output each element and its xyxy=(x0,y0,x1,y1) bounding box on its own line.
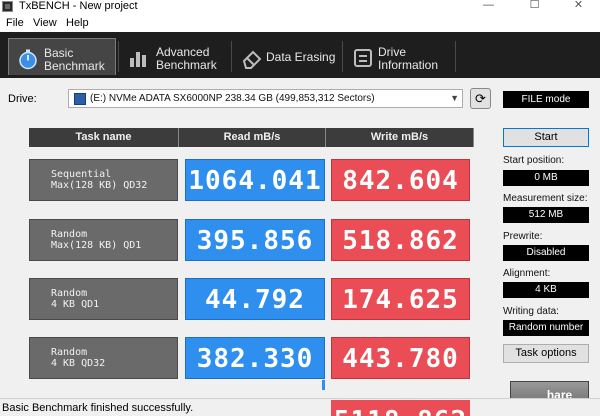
task-label-line1: Random xyxy=(51,288,88,299)
alignment-value[interactable]: 4 KB xyxy=(503,282,589,298)
write-result: 443.780 xyxy=(331,337,470,379)
task-label-line1: Sequential xyxy=(51,169,112,180)
writing-data-label: Writing data: xyxy=(503,306,559,317)
drive-select-value: (E:) NVMe ADATA SX6000NP 238.34 GB (499,… xyxy=(90,93,375,104)
start-position-label: Start position: xyxy=(503,155,565,166)
drive-icon xyxy=(74,93,86,105)
prewrite-value[interactable]: Disabled xyxy=(503,245,589,261)
task-sequential-qd32: Sequential Max(128 KB) QD32 xyxy=(29,159,178,201)
write-result-partial: 5118.862 xyxy=(331,400,470,416)
menu-help[interactable]: Help xyxy=(66,16,89,30)
refresh-button[interactable]: ⟳ xyxy=(470,88,491,109)
start-button[interactable]: Start xyxy=(503,128,589,147)
measurement-size-value[interactable]: 512 MB xyxy=(503,207,589,223)
read-result: 44.792 xyxy=(185,278,325,320)
task-label-line2: Max(128 KB) QD1 xyxy=(51,240,142,251)
alignment-label: Alignment: xyxy=(503,268,551,279)
drive-label: Drive: xyxy=(8,93,37,105)
read-result-partial xyxy=(322,380,325,390)
header-read: Read mB/s xyxy=(179,128,326,147)
writing-data-value[interactable]: Random number xyxy=(503,320,589,336)
start-position-value[interactable]: 0 MB xyxy=(503,170,589,186)
tab-advanced-benchmark[interactable]: Advanced Benchmark xyxy=(120,38,230,75)
bar-chart-icon xyxy=(130,52,146,67)
task-random-4k-qd1: Random 4 KB QD1 xyxy=(29,278,178,320)
task-label-line2: 4 KB QD1 xyxy=(51,299,100,310)
maximize-button[interactable]: ☐ xyxy=(512,0,557,14)
header-task-name: Task name xyxy=(29,128,179,147)
task-random-128k-qd1: Random Max(128 KB) QD1 xyxy=(29,219,178,261)
file-mode-badge: FILE mode xyxy=(503,91,589,108)
task-label-line2: 4 KB QD32 xyxy=(51,358,106,369)
status-text: Basic Benchmark finished successfully. xyxy=(2,402,194,414)
tab-basic-benchmark[interactable]: Basic Benchmark xyxy=(8,38,116,75)
app-icon xyxy=(2,1,13,12)
drive-info-icon xyxy=(354,49,372,67)
task-label-line1: Random xyxy=(51,347,88,358)
header-write: Write mB/s xyxy=(326,128,474,147)
menu-view[interactable]: View xyxy=(33,16,57,30)
tab-separator xyxy=(231,41,232,72)
menu-bar: File View Help xyxy=(0,14,600,32)
tab-bar: Basic Benchmark Advanced Benchmark Data … xyxy=(0,32,600,78)
task-random-4k-qd32: Random 4 KB QD32 xyxy=(29,337,178,379)
tab-separator xyxy=(118,41,119,72)
title-bar: TxBENCH - New project — ☐ ✕ xyxy=(0,0,600,14)
refresh-icon: ⟳ xyxy=(475,91,486,106)
task-options-button[interactable]: Task options xyxy=(503,344,589,363)
tab-advanced-line2: Benchmark xyxy=(156,58,217,72)
window-title: TxBENCH - New project xyxy=(19,0,138,12)
tab-separator xyxy=(455,41,456,72)
minimize-button[interactable]: — xyxy=(466,0,511,14)
close-button[interactable]: ✕ xyxy=(556,0,600,14)
tab-drive-line2: Information xyxy=(378,58,439,72)
read-result: 1064.041 xyxy=(185,159,325,201)
write-result: 174.625 xyxy=(331,278,470,320)
prewrite-label: Prewrite: xyxy=(503,231,543,242)
menu-file[interactable]: File xyxy=(6,16,24,30)
tab-data-erasing[interactable]: Data Erasing xyxy=(233,38,341,75)
stopwatch-icon xyxy=(19,49,37,70)
chevron-down-icon: ▼ xyxy=(450,93,459,103)
status-bar: Basic Benchmark finished successfully. xyxy=(0,398,600,416)
eraser-icon xyxy=(242,50,262,69)
write-result: 518.862 xyxy=(331,219,470,261)
drive-select[interactable]: (E:) NVMe ADATA SX6000NP 238.34 GB (499,… xyxy=(68,89,463,108)
task-label-line2: Max(128 KB) QD32 xyxy=(51,180,148,191)
read-result: 395.856 xyxy=(185,219,325,261)
tab-erasing-line1: Data Erasing xyxy=(266,50,336,64)
task-label-line1: Random xyxy=(51,229,88,240)
tab-drive-information[interactable]: Drive Information xyxy=(344,38,454,75)
tab-separator xyxy=(342,41,343,72)
write-result: 842.604 xyxy=(331,159,470,201)
read-result: 382.330 xyxy=(185,337,325,379)
measurement-size-label: Measurement size: xyxy=(503,193,588,204)
tab-basic-line2: Benchmark xyxy=(44,59,105,73)
